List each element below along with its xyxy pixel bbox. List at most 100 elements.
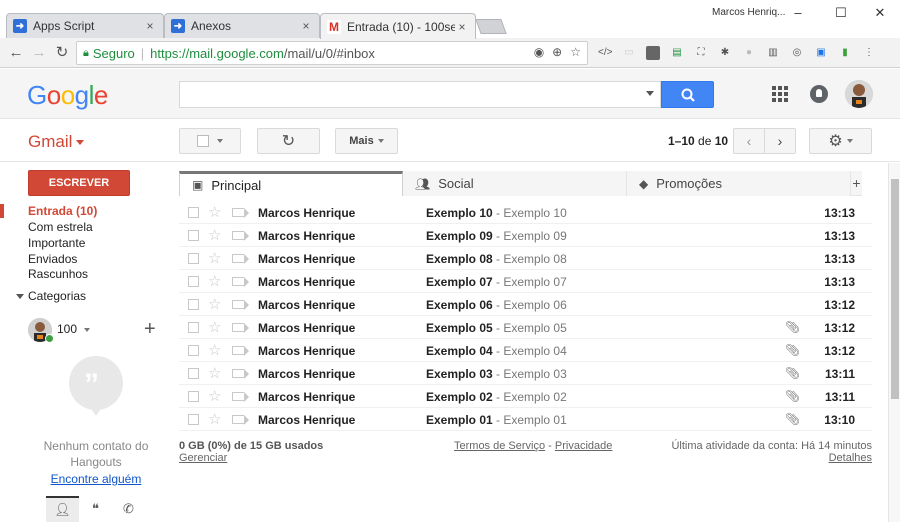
search-input[interactable]: [179, 81, 661, 108]
row-checkbox[interactable]: [188, 299, 199, 310]
star-icon[interactable]: ☆: [208, 364, 221, 382]
eye-icon[interactable]: ◉: [534, 45, 544, 59]
phone-tab[interactable]: ✆: [112, 496, 145, 522]
refresh-button[interactable]: ↻: [257, 128, 320, 154]
star-icon[interactable]: ☆: [208, 226, 221, 244]
tab-social[interactable]: 👥︎ Social: [403, 171, 627, 196]
code-icon[interactable]: </>: [598, 46, 612, 60]
extension-icon[interactable]: [646, 46, 660, 60]
screenshot-icon[interactable]: ⛶: [694, 46, 708, 60]
row-checkbox[interactable]: [188, 345, 199, 356]
sidebar-item-categories[interactable]: Categorias: [28, 289, 86, 303]
sidebar-item-inbox[interactable]: Entrada (10): [28, 204, 97, 218]
mail-row[interactable]: ☆ Marcos Henrique Exemplo 09 - Exemplo 09 1…: [179, 224, 872, 247]
close-icon[interactable]: ×: [299, 19, 313, 33]
star-icon[interactable]: ☆: [208, 295, 221, 313]
extension-icon[interactable]: ●: [742, 46, 756, 60]
hangouts-user[interactable]: 100: [57, 322, 91, 336]
important-marker-icon[interactable]: [232, 231, 249, 241]
star-icon[interactable]: ☆: [208, 249, 221, 267]
profile-name[interactable]: Marcos Henriq...: [712, 7, 785, 18]
row-checkbox[interactable]: [188, 276, 199, 287]
mail-row[interactable]: ☆ Marcos Henrique Exemplo 08 - Exemplo 08 1…: [179, 247, 872, 270]
address-bar[interactable]: 🔒︎ Seguro | https://mail.google.com /mai…: [76, 41, 588, 65]
important-marker-icon[interactable]: [232, 323, 249, 333]
row-checkbox[interactable]: [188, 207, 199, 218]
mail-row[interactable]: ☆ Marcos Henrique Exemplo 01 - Exemplo 01 📎…: [179, 408, 872, 431]
minimize-icon[interactable]: –: [783, 4, 813, 22]
star-icon[interactable]: ☆: [208, 272, 221, 290]
contacts-tab[interactable]: 👤︎: [46, 496, 79, 522]
important-marker-icon[interactable]: [232, 254, 249, 264]
terms-link[interactable]: Termos de Serviço: [454, 440, 545, 452]
scrollbar-thumb[interactable]: [891, 179, 899, 399]
star-icon[interactable]: ☆: [208, 341, 221, 359]
star-icon[interactable]: ☆: [208, 203, 221, 221]
search-button[interactable]: [661, 81, 714, 108]
hangouts-tab[interactable]: ❝: [79, 496, 112, 522]
important-marker-icon[interactable]: [232, 300, 249, 310]
google-logo[interactable]: Google: [27, 80, 108, 111]
close-icon[interactable]: ×: [455, 20, 469, 34]
row-checkbox[interactable]: [188, 414, 199, 425]
new-tab-button[interactable]: [475, 19, 507, 34]
notifications-icon[interactable]: [810, 85, 828, 103]
important-marker-icon[interactable]: [232, 208, 249, 218]
menu-icon[interactable]: ⋮: [862, 46, 876, 60]
scrollbar[interactable]: [888, 163, 900, 522]
extension-icon[interactable]: ✱: [718, 46, 732, 60]
select-all-button[interactable]: [179, 128, 241, 154]
tab-promocoes[interactable]: ◆ Promoções: [627, 171, 851, 196]
star-icon[interactable]: ☆: [208, 387, 221, 405]
zoom-icon[interactable]: ⊕: [552, 45, 562, 59]
important-marker-icon[interactable]: [232, 369, 249, 379]
sidebar-item-drafts[interactable]: Rascunhos: [28, 267, 88, 281]
battery-icon[interactable]: ▮: [838, 46, 852, 60]
search-options-dropdown[interactable]: [646, 91, 654, 96]
mail-row[interactable]: ☆ Marcos Henrique Exemplo 07 - Exemplo 07 1…: [179, 270, 872, 293]
next-page-button[interactable]: ›: [764, 128, 796, 154]
tab-principal[interactable]: ▣ Principal: [179, 171, 403, 196]
tab-apps-script[interactable]: ➜ Apps Script ×: [6, 13, 164, 38]
compose-button[interactable]: ESCREVER: [28, 170, 130, 196]
avatar[interactable]: [845, 80, 873, 108]
settings-button[interactable]: ⚙: [809, 128, 872, 154]
important-marker-icon[interactable]: [232, 277, 249, 287]
gmail-product-menu[interactable]: Gmail: [28, 132, 85, 152]
eye-icon[interactable]: ◎: [790, 46, 804, 60]
manage-storage-link[interactable]: Gerenciar: [179, 452, 227, 464]
find-someone-link[interactable]: Encontre alguém: [28, 472, 164, 486]
star-icon[interactable]: ☆: [208, 410, 221, 428]
extension-icon[interactable]: ▭: [622, 46, 636, 60]
extension-icon[interactable]: ▣: [814, 46, 828, 60]
important-marker-icon[interactable]: [232, 392, 249, 402]
row-checkbox[interactable]: [188, 322, 199, 333]
row-checkbox[interactable]: [188, 391, 199, 402]
maximize-icon[interactable]: ☐: [826, 4, 856, 22]
add-contact-icon[interactable]: +: [144, 318, 156, 341]
star-icon[interactable]: ☆: [208, 318, 221, 336]
important-marker-icon[interactable]: [232, 415, 249, 425]
tab-gmail[interactable]: M Entrada (10) - 100security ×: [320, 13, 476, 39]
details-link[interactable]: Detalhes: [829, 452, 872, 464]
tab-anexos[interactable]: ➜ Anexos ×: [164, 13, 320, 38]
close-icon[interactable]: ×: [143, 19, 157, 33]
sheets-icon[interactable]: ▤: [670, 46, 684, 60]
sidebar-item-important[interactable]: Importante: [28, 236, 85, 250]
apps-grid-icon[interactable]: [772, 86, 788, 102]
expand-categories-icon[interactable]: [16, 294, 24, 299]
sidebar-item-starred[interactable]: Com estrela: [28, 220, 93, 234]
sidebar-item-sent[interactable]: Enviados: [28, 252, 77, 266]
mail-row[interactable]: ☆ Marcos Henrique Exemplo 06 - Exemplo 06 1…: [179, 293, 872, 316]
row-checkbox[interactable]: [188, 230, 199, 241]
important-marker-icon[interactable]: [232, 346, 249, 356]
add-tab-icon[interactable]: +: [851, 171, 862, 195]
mail-row[interactable]: ☆ Marcos Henrique Exemplo 10 - Exemplo 10 1…: [179, 201, 872, 224]
prev-page-button[interactable]: ‹: [733, 128, 765, 154]
mail-row[interactable]: ☆ Marcos Henrique Exemplo 03 - Exemplo 03 📎…: [179, 362, 872, 385]
back-icon[interactable]: ←: [6, 43, 26, 63]
row-checkbox[interactable]: [188, 253, 199, 264]
privacy-link[interactable]: Privacidade: [555, 440, 612, 452]
window-close-icon[interactable]: ✕: [865, 4, 895, 22]
pdf-icon[interactable]: ▥: [766, 46, 780, 60]
